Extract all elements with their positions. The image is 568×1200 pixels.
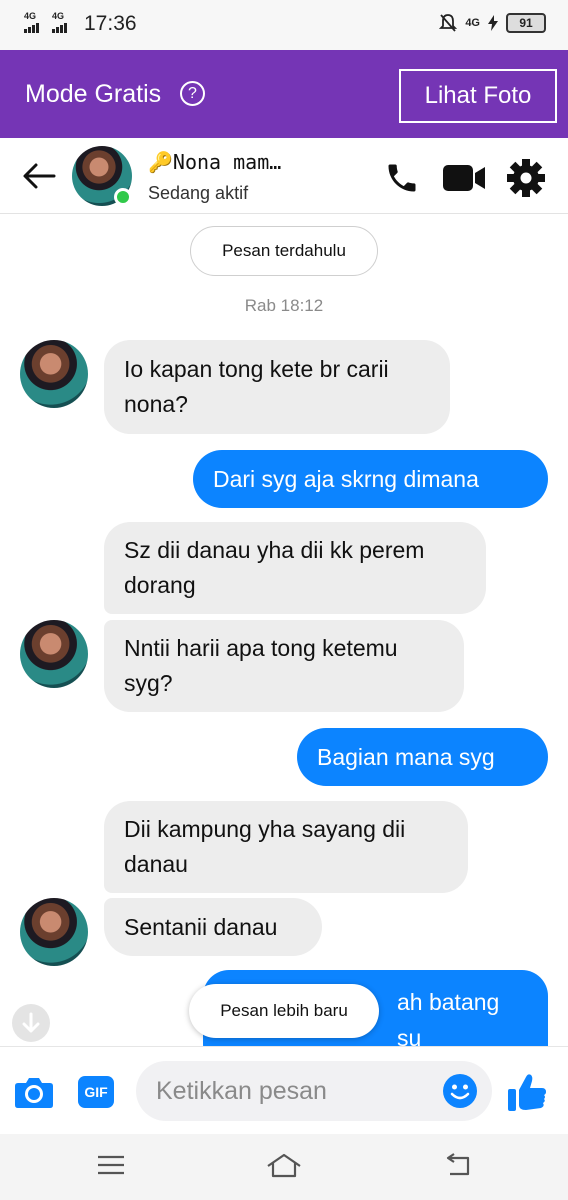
avatar[interactable]: [20, 340, 88, 408]
newer-messages-button[interactable]: Pesan lebih baru: [189, 984, 379, 1038]
status-bar: 4G 4G 17:36 4G 91: [0, 0, 568, 50]
back-arrow-icon[interactable]: [22, 162, 56, 190]
avatar[interactable]: [20, 620, 88, 688]
contact-name-text: Nona mam…: [172, 150, 282, 174]
menu-icon[interactable]: [96, 1152, 126, 1178]
status-left: 4G 4G 17:36: [24, 11, 137, 36]
composer: GIF: [0, 1046, 568, 1134]
view-photo-button[interactable]: Lihat Foto: [399, 69, 557, 123]
clock: 17:36: [84, 12, 137, 35]
online-indicator: [114, 188, 132, 206]
phone-icon[interactable]: [384, 160, 420, 196]
older-messages-button[interactable]: Pesan terdahulu: [190, 226, 378, 276]
message-incoming[interactable]: Sentanii danau: [104, 898, 322, 956]
chat-header: 🔑Nona mam… Sedang aktif: [0, 138, 568, 214]
message-incoming[interactable]: Io kapan tong kete br carii nona?: [104, 340, 450, 434]
battery-icon: 91: [506, 13, 546, 33]
camera-icon[interactable]: [14, 1075, 54, 1109]
notification-off-icon: [439, 14, 458, 32]
back-nav-icon[interactable]: [442, 1152, 472, 1178]
home-icon[interactable]: [266, 1152, 302, 1180]
contact-name[interactable]: 🔑Nona mam…: [148, 150, 281, 174]
video-camera-icon[interactable]: [442, 162, 486, 194]
message-input[interactable]: [136, 1061, 492, 1121]
message-incoming[interactable]: Dii kampung yha sayang dii danau: [104, 801, 468, 893]
message-text: ah batang su: [397, 989, 500, 1051]
arrow-down-icon: [22, 1012, 40, 1033]
message-incoming[interactable]: Sz dii danau yha dii kk perem dorang: [104, 522, 486, 614]
message-outgoing[interactable]: Bagian mana syg: [297, 728, 548, 786]
mode-label: Mode Gratis: [25, 80, 162, 108]
emoji-icon[interactable]: [442, 1073, 478, 1109]
charging-icon: [488, 15, 498, 31]
free-mode-banner: Mode Gratis ? Lihat Foto: [0, 50, 568, 138]
key-emoji: 🔑: [148, 150, 173, 174]
signal-icon-2: 4G: [52, 11, 74, 35]
thumbs-up-icon[interactable]: [506, 1071, 548, 1113]
gear-icon[interactable]: [506, 158, 546, 198]
gif-button[interactable]: GIF: [78, 1076, 114, 1108]
signal-icon: 4G: [24, 11, 46, 35]
network-label: 4G: [465, 17, 480, 29]
message-incoming[interactable]: Nntii harii apa tong ketemu syg?: [104, 620, 464, 712]
system-nav-bar: [0, 1134, 568, 1200]
avatar[interactable]: [20, 898, 88, 966]
active-status: Sedang aktif: [148, 183, 249, 203]
message-outgoing[interactable]: Dari syg aja skrng dimana: [193, 450, 548, 508]
status-right: 4G 91: [439, 13, 546, 33]
scroll-down-button[interactable]: [12, 1004, 50, 1042]
help-icon[interactable]: ?: [180, 81, 205, 106]
timestamp: Rab 18:12: [244, 296, 324, 315]
